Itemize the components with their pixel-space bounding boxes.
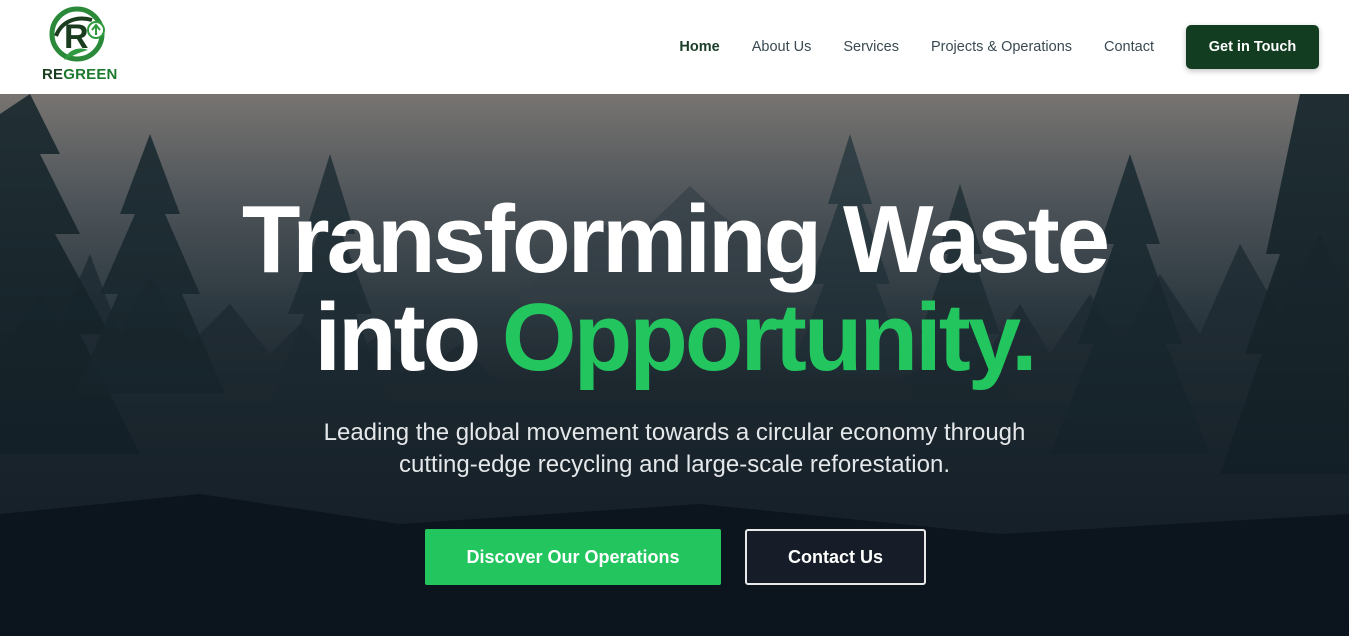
brand-name-green: GREEN [63,66,118,83]
hero-title-line-1: Transforming Waste [241,186,1110,293]
recycle-leaf-logo-icon: R [49,6,105,62]
discover-operations-button[interactable]: Discover Our Operations [425,529,721,585]
contact-us-button[interactable]: Contact Us [745,529,926,585]
nav-contact[interactable]: Contact [1104,39,1154,55]
hero-subtitle-line-1: Leading the global movement towards a ci… [323,419,1026,446]
hero-subtitle: Leading the global movement towards a ci… [0,417,1349,481]
hero-title-plain: into [314,284,502,391]
brand-logo[interactable]: R REGREEN [40,6,124,90]
nav-home[interactable]: Home [679,39,719,55]
get-in-touch-button[interactable]: Get in Touch [1186,25,1319,69]
main-nav: Home About Us Services Projects & Operat… [647,25,1319,69]
brand-name-re: RE [42,66,64,83]
brand-name: REGREEN [42,66,118,83]
hero-title-accent: Opportunity. [501,284,1038,391]
nav-about-us[interactable]: About Us [752,39,812,55]
hero-title-line-2: into Opportunity. [0,288,1349,388]
nav-projects-operations[interactable]: Projects & Operations [931,39,1072,55]
hero-section: Transforming Waste into Opportunity. Lea… [0,94,1349,636]
site-header: R REGREEN Home About Us Services Project… [0,0,1349,94]
hero-subtitle-line-2: cutting-edge recycling and large-scale r… [399,451,950,478]
nav-services[interactable]: Services [843,39,899,55]
